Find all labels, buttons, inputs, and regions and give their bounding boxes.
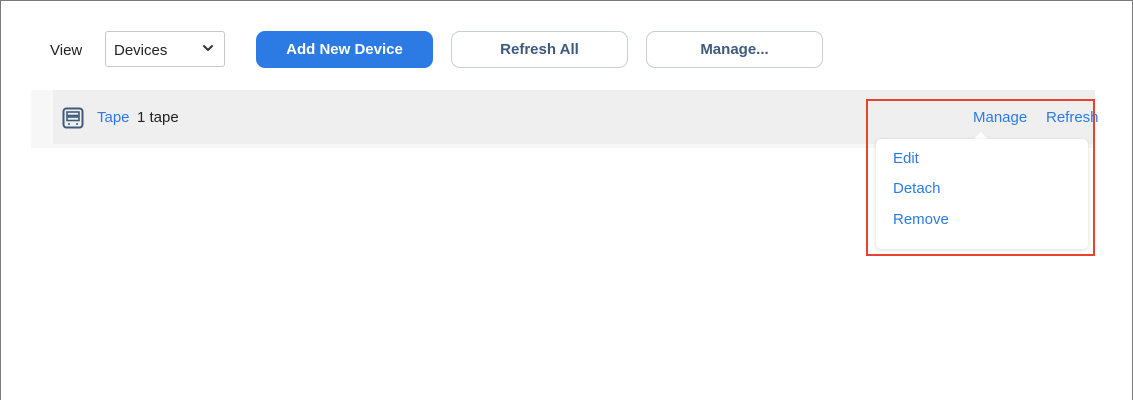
tape-device-icon [62, 107, 84, 129]
device-name-link[interactable]: Tape [97, 109, 130, 126]
view-select-value: Devices [114, 42, 168, 59]
add-new-device-button[interactable]: Add New Device [256, 31, 433, 68]
manage-button[interactable]: Manage... [646, 31, 823, 68]
device-count: 1 tape [137, 109, 179, 126]
chevron-down-icon [203, 45, 213, 51]
view-select[interactable]: Devices [105, 31, 225, 67]
refresh-all-button[interactable]: Refresh All [451, 31, 628, 68]
view-label: View [50, 42, 83, 59]
toolbar: View Devices Add New Device Refresh All … [0, 30, 900, 70]
highlight-annotation-box [866, 99, 1095, 256]
